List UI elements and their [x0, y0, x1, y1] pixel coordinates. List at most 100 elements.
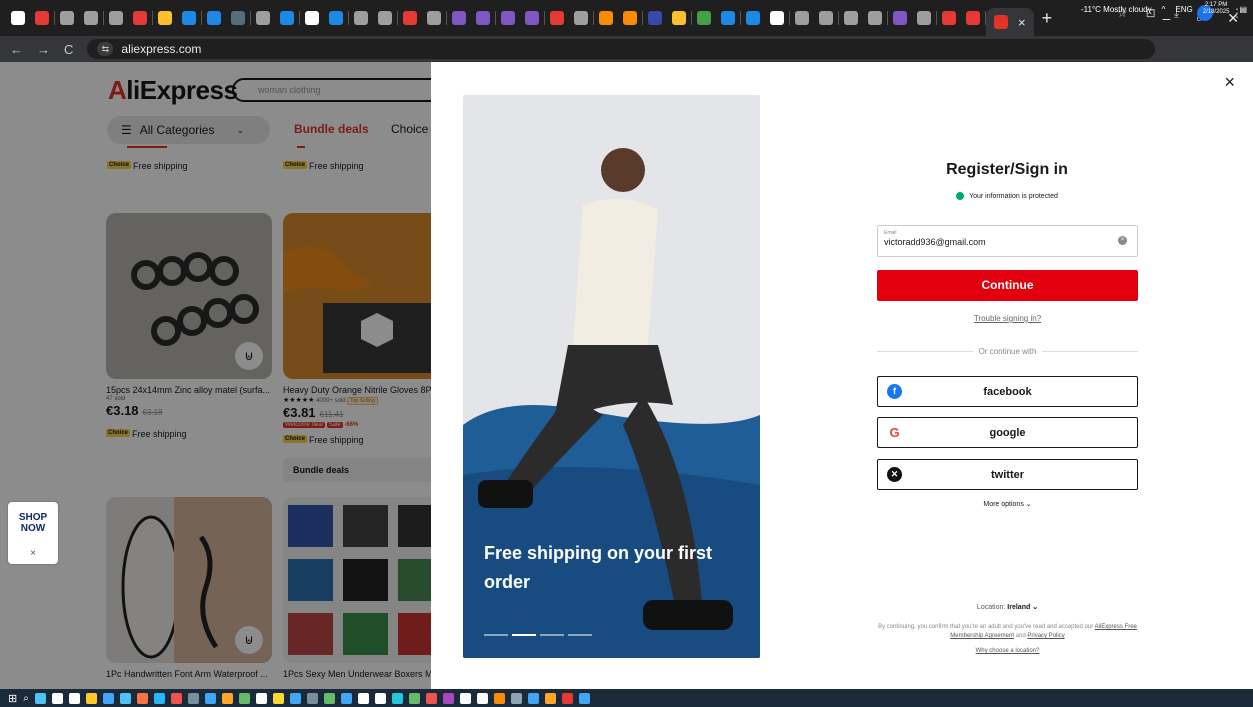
- taskbar-app-icon[interactable]: [289, 692, 301, 704]
- taskbar-app-icon[interactable]: [425, 692, 437, 704]
- taskbar-app-icon[interactable]: [323, 692, 335, 704]
- taskbar-app-icon[interactable]: [340, 692, 352, 704]
- taskbar-app-icon[interactable]: [85, 692, 97, 704]
- carousel-dot[interactable]: [540, 634, 564, 636]
- address-bar[interactable]: ⇆ aliexpress.com: [87, 39, 1156, 59]
- facebook-button[interactable]: f facebook: [877, 376, 1138, 407]
- modal-close-button[interactable]: ×: [1224, 72, 1235, 93]
- taskbar-app-icon[interactable]: [561, 692, 573, 704]
- clear-input-icon[interactable]: ×: [1118, 236, 1127, 245]
- browser-tab-icon[interactable]: [966, 11, 980, 25]
- browser-tab-icon[interactable]: [133, 11, 147, 25]
- browser-tab-icon[interactable]: [550, 11, 564, 25]
- taskbar-app-icon[interactable]: [119, 692, 131, 704]
- taskbar-app-icon[interactable]: [136, 692, 148, 704]
- browser-tab-icon[interactable]: [329, 11, 343, 25]
- taskbar-app-icon[interactable]: [187, 692, 199, 704]
- carousel-dot[interactable]: [568, 634, 592, 636]
- taskbar-app-icon[interactable]: [374, 692, 386, 704]
- privacy-policy-link[interactable]: Privacy Policy: [1027, 633, 1064, 639]
- taskbar-app-icon[interactable]: [408, 692, 420, 704]
- taskbar-app-icon[interactable]: [170, 692, 182, 704]
- clock[interactable]: 2:17 PM 2/18/2025: [1203, 2, 1230, 16]
- browser-tab-icon[interactable]: [354, 11, 368, 25]
- modal-backdrop[interactable]: [0, 62, 431, 689]
- browser-tab-icon[interactable]: [819, 11, 833, 25]
- taskbar-app-icon[interactable]: [459, 692, 471, 704]
- shop-now-widget[interactable]: SHOP NOW ×: [8, 502, 58, 564]
- taskbar-app-icon[interactable]: [476, 692, 488, 704]
- notifications-icon[interactable]: ▤: [1239, 5, 1247, 14]
- browser-tab-icon[interactable]: [917, 11, 931, 25]
- browser-tab-icon[interactable]: [476, 11, 490, 25]
- taskbar-app-icon[interactable]: [544, 692, 556, 704]
- email-value[interactable]: victoradd936@gmail.com: [884, 237, 1131, 247]
- browser-tab-icon[interactable]: [11, 11, 25, 25]
- taskbar-app-icon[interactable]: [153, 692, 165, 704]
- browser-tab-icon[interactable]: [231, 11, 245, 25]
- browser-tab-icon[interactable]: [35, 11, 49, 25]
- taskbar-app-icon[interactable]: [578, 692, 590, 704]
- browser-tab-icon[interactable]: [672, 11, 686, 25]
- browser-tab-icon[interactable]: [574, 11, 588, 25]
- browser-tab-icon[interactable]: [623, 11, 637, 25]
- taskbar-app-icon[interactable]: [34, 692, 46, 704]
- new-tab-button[interactable]: +: [1042, 8, 1053, 29]
- taskbar-app-icon[interactable]: [204, 692, 216, 704]
- continue-button[interactable]: Continue: [877, 270, 1138, 301]
- back-button[interactable]: ←: [10, 42, 23, 57]
- taskbar-app-icon[interactable]: [527, 692, 539, 704]
- browser-tab-icon[interactable]: [648, 11, 662, 25]
- taskbar-app-icon[interactable]: [357, 692, 369, 704]
- browser-tab-icon[interactable]: [60, 11, 74, 25]
- active-tab[interactable]: ×: [986, 8, 1034, 36]
- browser-tab-icon[interactable]: [795, 11, 809, 25]
- browser-tab-icon[interactable]: [452, 11, 466, 25]
- browser-tab-icon[interactable]: [305, 11, 319, 25]
- browser-tab-icon[interactable]: [280, 11, 294, 25]
- site-info-icon[interactable]: ⇆: [97, 42, 114, 56]
- weather-widget[interactable]: -11°C Mostly cloudy: [1081, 5, 1152, 14]
- browser-tab-icon[interactable]: [893, 11, 907, 25]
- taskbar-app-icon[interactable]: [221, 692, 233, 704]
- taskbar-app-icon[interactable]: [391, 692, 403, 704]
- browser-tab-icon[interactable]: [697, 11, 711, 25]
- browser-tab-icon[interactable]: [942, 11, 956, 25]
- browser-tab-icon[interactable]: [770, 11, 784, 25]
- browser-tab-icon[interactable]: [378, 11, 392, 25]
- carousel-dot[interactable]: [484, 634, 508, 636]
- google-button[interactable]: G google: [877, 417, 1138, 448]
- taskbar-app-icon[interactable]: [442, 692, 454, 704]
- carousel-dots[interactable]: [484, 634, 592, 636]
- windows-start-icon[interactable]: ⊞: [8, 692, 17, 705]
- taskbar-app-icon[interactable]: [238, 692, 250, 704]
- taskbar-app-icon[interactable]: [255, 692, 267, 704]
- trouble-signing-in-link[interactable]: Trouble signing in?: [877, 314, 1138, 323]
- taskbar-app-icon[interactable]: [306, 692, 318, 704]
- browser-tab-icon[interactable]: [525, 11, 539, 25]
- taskbar-app-icon[interactable]: [510, 692, 522, 704]
- tray-overflow-icon[interactable]: ^: [1162, 5, 1166, 14]
- browser-tab-icon[interactable]: [109, 11, 123, 25]
- browser-tab-icon[interactable]: [868, 11, 882, 25]
- email-field[interactable]: Email victoradd936@gmail.com ×: [877, 225, 1138, 257]
- browser-tab-icon[interactable]: [182, 11, 196, 25]
- browser-tab-icon[interactable]: [599, 11, 613, 25]
- taskbar-app-icon[interactable]: [102, 692, 114, 704]
- shop-now-close-button[interactable]: ×: [8, 548, 58, 559]
- more-options-button[interactable]: More options ⌄: [877, 500, 1138, 508]
- browser-tab-icon[interactable]: [844, 11, 858, 25]
- browser-tab-icon[interactable]: [501, 11, 515, 25]
- browser-tab-icon[interactable]: [158, 11, 172, 25]
- twitter-button[interactable]: ✕ twitter: [877, 459, 1138, 490]
- location-selector[interactable]: Location: Ireland ⌄: [877, 603, 1138, 611]
- browser-tab-icon[interactable]: [721, 11, 735, 25]
- taskbar-app-icon[interactable]: [493, 692, 505, 704]
- browser-tab-icon[interactable]: [207, 11, 221, 25]
- browser-tab-icon[interactable]: [256, 11, 270, 25]
- browser-tab-icon[interactable]: [84, 11, 98, 25]
- search-icon[interactable]: ⌕: [23, 693, 29, 704]
- carousel-dot[interactable]: [512, 634, 536, 636]
- lang-indicator[interactable]: ENG: [1175, 5, 1192, 14]
- taskbar-app-icon[interactable]: [51, 692, 63, 704]
